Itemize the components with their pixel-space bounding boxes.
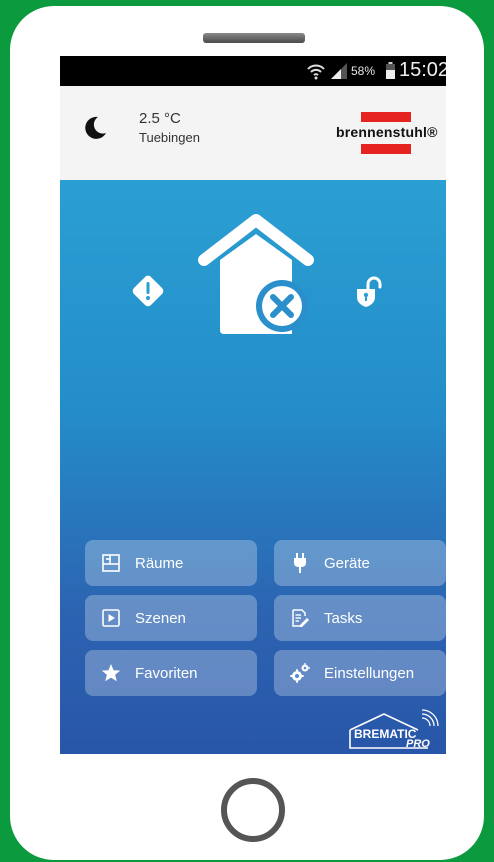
gears-icon	[290, 663, 310, 683]
main-panel: Räume Geräte Szenen Tasks Favoriten Eins…	[60, 180, 446, 754]
battery-icon	[386, 62, 395, 79]
home-disconnected-icon[interactable]	[196, 214, 316, 338]
devices-button[interactable]: Geräte	[274, 540, 446, 586]
status-bar: 58% 15:02	[60, 56, 446, 86]
phone-frame: 58% 15:02 2.5 °C Tuebingen brennenstuhl®	[10, 6, 484, 860]
scenes-label: Szenen	[135, 609, 186, 627]
brand-bar-bottom	[361, 144, 411, 154]
settings-label: Einstellungen	[324, 664, 415, 682]
location: Tuebingen	[139, 130, 200, 145]
brand-logo: brennenstuhl®	[336, 112, 442, 158]
temperature: 2.5 °C	[139, 110, 181, 127]
favorites-button[interactable]: Favoriten	[85, 650, 257, 696]
devices-label: Geräte	[324, 554, 370, 572]
rooms-label: Räume	[135, 554, 184, 572]
signal-icon	[331, 63, 347, 79]
wifi-icon	[307, 64, 325, 80]
weather-header: 2.5 °C Tuebingen brennenstuhl®	[60, 86, 446, 180]
settings-button[interactable]: Einstellungen	[274, 650, 446, 696]
task-icon	[290, 608, 310, 628]
tasks-label: Tasks	[324, 609, 363, 627]
battery-percentage: 58%	[351, 64, 376, 78]
moon-icon	[85, 116, 106, 139]
plug-icon	[290, 553, 310, 573]
brand-name: brennenstuhl®	[336, 124, 438, 140]
home-button[interactable]	[221, 778, 285, 842]
star-icon	[101, 663, 121, 683]
brand-bar-top	[361, 112, 411, 122]
unlocked-icon[interactable]	[354, 276, 384, 308]
warning-icon[interactable]	[130, 273, 166, 309]
play-icon	[101, 608, 121, 628]
speaker-grille	[203, 33, 305, 43]
logo-sub: PRO	[406, 738, 430, 750]
rooms-icon	[101, 553, 121, 573]
clock: 15:02	[399, 59, 446, 81]
rooms-button[interactable]: Räume	[85, 540, 257, 586]
brematic-pro-logo: BREMATIC PRO	[349, 709, 439, 750]
app-screen: 58% 15:02 2.5 °C Tuebingen brennenstuhl®	[60, 56, 446, 754]
scenes-button[interactable]: Szenen	[85, 595, 257, 641]
favorites-label: Favoriten	[135, 664, 198, 682]
tasks-button[interactable]: Tasks	[274, 595, 446, 641]
